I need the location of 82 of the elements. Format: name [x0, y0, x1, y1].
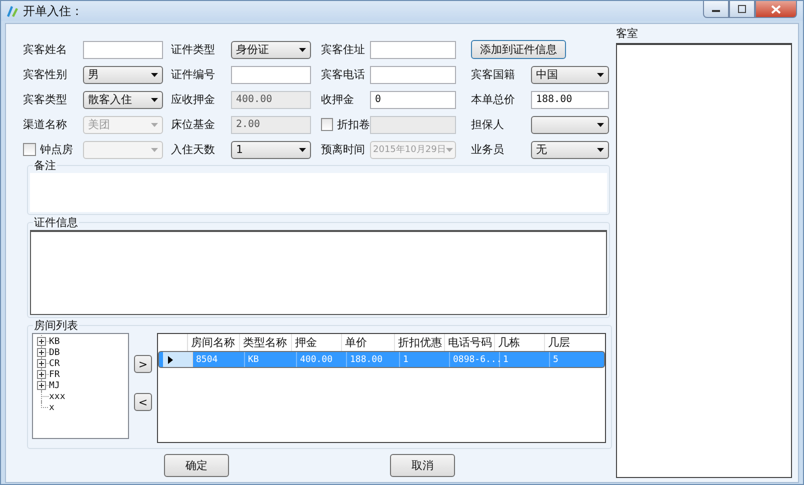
field-label: 入住天数: [171, 142, 216, 157]
field-label: 钟点房: [40, 142, 73, 157]
remarks-field[interactable]: [30, 173, 607, 212]
add-button[interactable]: 添加到证件信息: [471, 40, 566, 59]
table-cell: 1: [500, 352, 550, 367]
column-header: 几层: [547, 335, 571, 351]
field-label: 宾客电话: [321, 67, 366, 82]
caret-icon: [446, 148, 453, 152]
table-cell: 400.00: [297, 352, 347, 367]
dropdown[interactable]: 无: [531, 140, 609, 158]
field-label: 折扣卷: [337, 117, 370, 132]
dropdown[interactable]: 身份证: [231, 40, 311, 58]
input-field[interactable]: [231, 66, 311, 84]
caret-icon: [151, 98, 158, 102]
current-row-icon: [168, 356, 173, 364]
field-label: 预离时间: [321, 142, 366, 157]
caret-icon: [597, 122, 604, 126]
caret-icon: [151, 72, 158, 76]
minimize-button[interactable]: [703, 1, 729, 18]
field-label: 业务员: [471, 142, 505, 157]
caret-icon: [597, 148, 604, 152]
expand-icon[interactable]: [37, 337, 46, 346]
close-icon: [771, 4, 781, 14]
dropdown[interactable]: 1: [231, 140, 311, 158]
dropdown[interactable]: 中国: [531, 66, 609, 84]
tree-item[interactable]: MJ: [49, 380, 60, 390]
field-label: 担保人: [471, 117, 505, 132]
expand-icon[interactable]: [37, 359, 46, 368]
table-cell: KB: [245, 352, 297, 367]
maximize-icon: [737, 5, 747, 13]
move-button[interactable]: >: [134, 355, 152, 373]
field-label: 宾客住址: [321, 42, 366, 57]
table-cell: 1: [400, 352, 450, 367]
field-label: 收押金: [321, 92, 355, 107]
panel-title: 客室: [616, 26, 639, 41]
table-cell: 188.00: [347, 352, 400, 367]
tree-item[interactable]: xxx: [49, 392, 66, 402]
field-label: 宾客姓名: [23, 42, 68, 57]
group-title: 证件信息: [33, 215, 79, 230]
group-title: 备注: [33, 158, 57, 173]
input-field[interactable]: [370, 66, 456, 84]
caret-icon: [151, 148, 158, 152]
input-field[interactable]: [83, 40, 163, 58]
caret-icon: [299, 148, 306, 152]
table-cell-text: 5: [552, 354, 560, 366]
tree-item[interactable]: DB: [49, 348, 60, 358]
expand-icon[interactable]: [37, 381, 46, 390]
field-label: 床位基金: [171, 117, 216, 132]
dialog-button[interactable]: 取消: [390, 454, 455, 477]
field-label: 渠道名称: [23, 117, 68, 132]
dialog-button[interactable]: 确定: [164, 454, 229, 477]
field-label: 宾客国籍: [471, 67, 516, 82]
expand-icon[interactable]: [37, 348, 46, 357]
input-field[interactable]: 188.00: [531, 90, 609, 108]
caret-icon: [597, 72, 604, 76]
field-label: 应收押金: [171, 92, 216, 107]
table-cell: 0898-6...: [450, 352, 500, 367]
field-label: 证件类型: [171, 42, 216, 57]
expand-icon[interactable]: [37, 370, 46, 379]
dropdown[interactable]: [531, 116, 609, 134]
dropdown[interactable]: 男: [83, 66, 163, 84]
group-title: 房间列表: [33, 318, 79, 333]
field-label: 宾客性别: [23, 67, 68, 82]
input-field[interactable]: [370, 40, 456, 58]
field-label: 本单总价: [471, 92, 516, 107]
input-field[interactable]: 0: [370, 90, 456, 108]
tree-item[interactable]: CR: [49, 358, 60, 368]
table-cell: 8504: [193, 352, 245, 367]
tree-item[interactable]: FR: [49, 370, 60, 380]
app-icon: [5, 4, 19, 18]
close-button[interactable]: [755, 1, 797, 18]
tree-item[interactable]: KB: [49, 336, 60, 346]
dropdown[interactable]: 散客入住: [83, 90, 163, 108]
maximize-button[interactable]: [729, 1, 755, 18]
caret-icon: [151, 122, 158, 126]
caret-icon: [299, 48, 306, 52]
tree-item[interactable]: x: [49, 402, 54, 412]
field-label: 证件编号: [171, 67, 216, 82]
window-title: 开单入住：: [23, 2, 83, 20]
id-info-field[interactable]: [30, 230, 607, 315]
move-button[interactable]: <: [134, 393, 152, 411]
field-label: 宾客类型: [23, 92, 68, 107]
